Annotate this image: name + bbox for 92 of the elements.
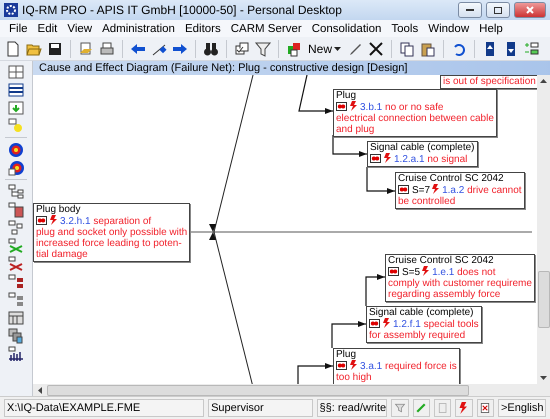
app-icon <box>4 3 18 17</box>
new-dropdown-button[interactable]: New <box>306 42 344 56</box>
failure-mode-icon <box>336 361 347 370</box>
cause-node[interactable]: Signal cable (complete) 1.2.f.1 special tools for assembly required <box>366 306 482 343</box>
menu-item[interactable]: Help <box>474 22 508 34</box>
calendar-grid-icon[interactable] <box>8 310 24 326</box>
delete-x-icon[interactable] <box>368 40 384 56</box>
copy-icon[interactable] <box>399 40 416 56</box>
menu-item[interactable]: Administration <box>97 22 180 34</box>
bar-chart-icon[interactable] <box>8 346 24 362</box>
lightning-icon <box>50 215 57 225</box>
light-bulb-icon[interactable] <box>8 118 24 134</box>
minimize-icon <box>466 8 474 12</box>
checklist-icon[interactable] <box>234 40 250 56</box>
cause-node[interactable]: Signal cable (complete) 1.2.a.1 no signal <box>367 141 478 167</box>
link-icon[interactable] <box>415 402 428 414</box>
new-file-icon[interactable] <box>5 40 21 56</box>
document-title: Cause and Effect Diagram (Failure Net): Plug - constructive design [Design] <box>33 61 550 75</box>
printer-icon[interactable] <box>99 40 115 56</box>
connector-arrow <box>366 167 395 194</box>
filter-status[interactable] <box>391 399 409 417</box>
failure-mode-icon <box>398 185 409 194</box>
menu-item[interactable]: Consolidation <box>306 22 386 34</box>
failure-mode-icon <box>388 267 399 276</box>
failure-mode-icon <box>36 216 47 225</box>
menu-item[interactable]: Window <box>423 22 474 34</box>
connector-arrow <box>365 274 385 306</box>
import-list-icon[interactable] <box>8 100 24 116</box>
maximize-icon <box>494 6 502 14</box>
caret-icon <box>334 46 342 50</box>
connector-arrow <box>332 135 367 157</box>
add-structure-icon[interactable] <box>286 40 302 56</box>
menu-item[interactable]: Tools <box>386 22 424 34</box>
link-status[interactable] <box>412 399 430 417</box>
cross-network-alt-icon[interactable] <box>8 256 24 272</box>
failure-mode-icon <box>370 154 381 163</box>
target-icon[interactable] <box>8 142 24 158</box>
block-tree-icon[interactable] <box>8 274 24 290</box>
lightning-icon <box>383 318 390 328</box>
lightning-icon <box>350 101 357 111</box>
lightning-icon <box>350 360 357 370</box>
connector-arrow <box>298 75 333 114</box>
vertical-scrollbar[interactable] <box>537 75 550 384</box>
menu-item[interactable]: Edit <box>32 22 62 34</box>
cross-network-icon[interactable] <box>8 238 24 254</box>
binoculars-icon[interactable] <box>203 40 219 56</box>
scroll-left-icon <box>38 386 42 394</box>
menu-item[interactable]: File <box>4 22 33 34</box>
close-button[interactable] <box>514 2 546 18</box>
file-path-field: X:\IQ-Data\EXAMPLE.FME <box>4 399 204 417</box>
arrow-head-icon <box>209 224 216 240</box>
cause-node[interactable]: Plug 3.a.1 required force is too high <box>333 348 460 384</box>
minimize-button[interactable] <box>458 2 482 18</box>
connector-arrow <box>297 363 333 384</box>
lightning-icon <box>432 184 440 194</box>
target-document-icon[interactable] <box>8 160 24 176</box>
connector-arrow <box>331 321 366 348</box>
stacked-windows-icon[interactable] <box>8 328 24 344</box>
table-structure-icon[interactable] <box>8 202 24 218</box>
delete-status[interactable] <box>476 399 494 417</box>
filter-icon[interactable] <box>255 40 271 56</box>
list-view-icon[interactable] <box>8 82 24 98</box>
delete-document-icon[interactable] <box>479 402 492 414</box>
failure-status[interactable] <box>455 399 473 417</box>
menu-item[interactable]: Editors <box>180 22 226 34</box>
block-tree-alt-icon[interactable] <box>8 292 24 308</box>
menu-item[interactable]: View <box>62 22 98 34</box>
save-icon[interactable] <box>47 40 63 56</box>
menu-item[interactable]: CARM Server <box>226 22 307 34</box>
failure-mode-icon <box>369 319 380 328</box>
language-field[interactable]: >English <box>498 399 546 417</box>
lightning-icon <box>384 153 391 163</box>
tree-structure-icon[interactable] <box>8 184 24 200</box>
access-rights-field: §§: read/write <box>316 399 388 417</box>
close-icon <box>526 6 534 14</box>
cause-node[interactable]: Cruise Control SC 2042 S=7 1.a.2 drive cannot be controlled <box>395 172 525 209</box>
failure-mode-icon <box>336 102 347 111</box>
maximize-button[interactable] <box>486 2 510 18</box>
paste-icon[interactable] <box>420 40 436 56</box>
cause-node[interactable]: Plug 3.b.1 no or no safe electrical connection between cable and plug <box>333 89 497 137</box>
tree-network-icon[interactable] <box>8 220 24 236</box>
scroll-down-icon <box>540 376 547 380</box>
cause-node[interactable]: Plug body 3.2.h.1 separation of plug and socket only possible with increased force leading to poten- tial damage <box>33 203 190 262</box>
user-field: Supervisor <box>208 399 313 417</box>
window-title: IQ-RM PRO - APIS IT GmbH [10000-50] - Personal Desktop <box>22 3 343 17</box>
cause-node[interactable]: is out of specification <box>440 75 537 89</box>
lightning-icon <box>422 266 430 276</box>
print-preview-icon[interactable] <box>78 40 94 56</box>
plus-minus-list-icon[interactable] <box>524 40 540 56</box>
grid-view-icon[interactable] <box>8 64 24 80</box>
scroll-up-icon <box>540 79 547 83</box>
cause-node[interactable]: Cruise Control SC 2042 S=5 1.e.1 does not comply with customer requireme regarding assembly force <box>385 254 535 302</box>
